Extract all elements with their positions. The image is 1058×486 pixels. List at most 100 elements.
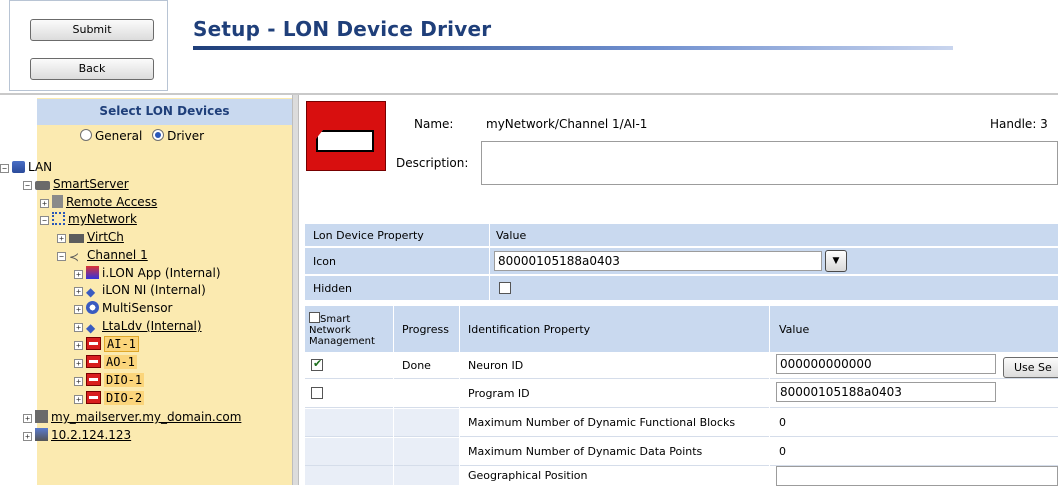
expand-icon[interactable]: + — [74, 395, 83, 404]
radio-driver[interactable] — [152, 129, 165, 141]
tree-node-smartserver[interactable]: − SmartServer — [23, 176, 129, 193]
tree-label: SmartServer — [53, 177, 129, 191]
expand-icon[interactable]: + — [74, 270, 83, 279]
ident-row-max-fb: Maximum Number of Dynamic Functional Blo… — [305, 409, 1058, 436]
radio-general-label: General — [95, 129, 143, 143]
icon-dropdown-button[interactable]: ▼ — [825, 250, 847, 272]
tree-node-ltaldv[interactable]: + ◆ LtaLdv (Internal) — [74, 318, 202, 335]
geo-position-field[interactable] — [776, 466, 1058, 486]
device-red-icon — [86, 355, 101, 368]
tree-node-ilon-ni[interactable]: + ◆ iLON NI (Internal) — [74, 282, 206, 299]
tree-node-channel-1[interactable]: − ≺ Channel 1 — [57, 247, 148, 264]
tree-label: i.LON App (Internal) — [102, 266, 221, 280]
panel-splitter[interactable] — [292, 95, 299, 485]
tree-node-virtch[interactable]: + VirtCh — [57, 229, 124, 246]
tree-node-ip[interactable]: +10.2.124.123 — [23, 427, 131, 444]
tree-node-mynetwork[interactable]: − myNetwork — [40, 211, 137, 228]
identification-table-header: Smart Network Management Progress Identi… — [305, 306, 1058, 352]
submit-button[interactable]: Submit — [30, 19, 154, 41]
tree-label: my_mailserver.my_domain.com — [51, 410, 242, 424]
tree-node-ai-1[interactable]: + AI-1 — [74, 336, 139, 353]
virtual-channel-icon — [69, 234, 84, 243]
computer-icon — [35, 428, 48, 441]
col-header-value: Value — [496, 228, 527, 242]
lan-network-icon — [12, 161, 25, 173]
device-tree-panel: Select LON Devices General Driver − LAN −… — [0, 95, 292, 485]
expand-icon[interactable]: + — [74, 377, 83, 386]
icon-label: Icon — [313, 254, 336, 268]
app-device-icon — [86, 266, 99, 279]
device-red-icon — [86, 337, 101, 350]
ident-property-name: Program ID — [468, 386, 530, 400]
remote-access-icon — [52, 195, 63, 208]
program-id-smart-checkbox[interactable] — [311, 387, 323, 399]
tree-label: DIO-1 — [104, 373, 145, 387]
tree-node-multisensor[interactable]: + MultiSensor — [74, 300, 172, 317]
ident-property-value: 0 — [779, 445, 786, 458]
ident-property-name: Maximum Number of Dynamic Functional Blo… — [468, 416, 736, 429]
program-id-field[interactable]: 80000105188a0403 — [776, 382, 996, 402]
collapse-icon[interactable]: − — [0, 164, 9, 173]
ni-device-icon: ◆ — [86, 285, 96, 299]
tree-label: Remote Access — [66, 195, 158, 209]
network-icon — [52, 212, 65, 225]
device-image-icon — [306, 101, 386, 171]
device-red-icon — [86, 391, 101, 404]
ident-property-value: 0 — [779, 416, 786, 429]
tree-label: Channel 1 — [87, 248, 148, 262]
tree-node-ilon-app[interactable]: + i.LON App (Internal) — [74, 265, 221, 282]
progress-value: Done — [402, 358, 431, 372]
expand-icon[interactable]: + — [74, 287, 83, 296]
tree-node-dio-2[interactable]: + DIO-2 — [74, 390, 145, 407]
property-table-header: Lon Device Property Value — [305, 224, 1058, 246]
expand-icon[interactable]: + — [57, 234, 66, 243]
channel-icon: ≺ — [69, 250, 80, 264]
neuron-id-field[interactable]: 000000000000 — [776, 354, 996, 374]
ident-property-name: Neuron ID — [468, 358, 524, 372]
collapse-icon[interactable]: − — [40, 216, 49, 225]
tree-node-dio-1[interactable]: + DIO-1 — [74, 372, 145, 389]
tree-label: AO-1 — [104, 355, 137, 369]
hidden-checkbox[interactable] — [499, 282, 511, 294]
ident-property-name: Geographical Position — [468, 469, 588, 482]
smart-network-all-checkbox[interactable] — [309, 311, 320, 323]
neuron-id-smart-checkbox[interactable] — [311, 357, 323, 371]
tree-label: myNetwork — [68, 212, 137, 226]
description-label: Description: — [396, 156, 469, 170]
tree-label: AI-1 — [104, 336, 139, 352]
expand-icon[interactable]: + — [23, 432, 32, 441]
header-button-panel: Submit Back — [9, 0, 168, 91]
icon-select[interactable]: 80000105188a0403 — [494, 251, 822, 271]
name-label: Name: — [414, 117, 454, 131]
expand-icon[interactable]: + — [74, 341, 83, 350]
tree-header: Select LON Devices — [37, 99, 292, 125]
expand-icon[interactable]: + — [40, 199, 49, 208]
expand-icon[interactable]: + — [74, 359, 83, 368]
expand-icon[interactable]: + — [74, 323, 83, 332]
description-field[interactable] — [481, 141, 1058, 185]
tree-label: MultiSensor — [102, 301, 173, 315]
tree-label: VirtCh — [87, 230, 124, 244]
expand-icon[interactable]: + — [23, 414, 32, 423]
ident-row-max-dp: Maximum Number of Dynamic Data Points 0 — [305, 438, 1058, 465]
handle-label: Handle: 3 — [990, 117, 1048, 131]
tree-node-remote-access[interactable]: + Remote Access — [40, 194, 157, 211]
back-button[interactable]: Back — [30, 58, 154, 80]
collapse-icon[interactable]: − — [23, 181, 32, 190]
tree-node-ao-1[interactable]: + AO-1 — [74, 354, 137, 371]
device-red-icon — [86, 373, 101, 386]
use-service-pin-button[interactable]: Use Se — [1003, 357, 1058, 378]
view-mode-radios: General Driver — [80, 129, 210, 143]
server-icon — [35, 181, 50, 190]
tree-label: LAN — [28, 160, 53, 174]
property-row-hidden: Hidden — [305, 276, 1058, 300]
title-underline — [193, 46, 953, 50]
expand-icon[interactable]: + — [74, 305, 83, 314]
collapse-icon[interactable]: − — [57, 252, 66, 261]
radio-general[interactable] — [80, 129, 92, 141]
col-header-progress: Progress — [402, 322, 449, 336]
tree-node-lan[interactable]: − LAN — [0, 159, 52, 176]
tree-node-mailserver[interactable]: + my_mailserver.my_domain.com — [23, 409, 241, 426]
radio-driver-label: Driver — [167, 129, 205, 143]
tree-label: LtaLdv (Internal) — [102, 319, 202, 333]
